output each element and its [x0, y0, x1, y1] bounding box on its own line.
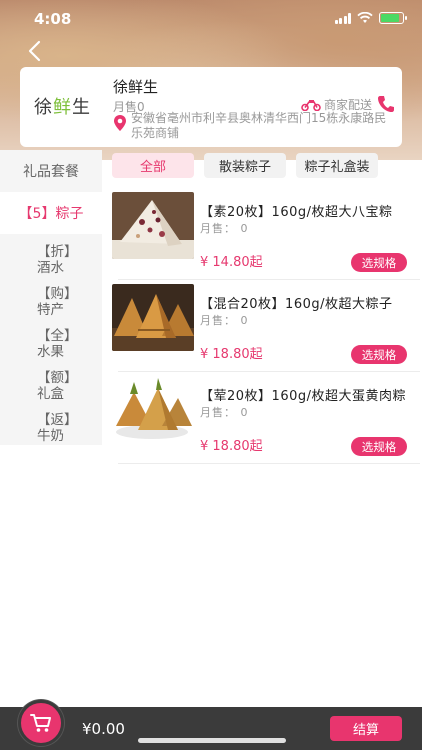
shop-logo: 徐鲜生	[34, 97, 91, 118]
sidebar-item-specialty[interactable]: 【购】 特产	[0, 282, 102, 322]
select-spec-button[interactable]: 选规格	[351, 437, 407, 456]
chevron-left-icon	[28, 40, 41, 62]
product-image	[112, 192, 194, 259]
wifi-icon	[357, 12, 373, 23]
product-title: 【荤20枚】160g/枚超大蛋黄肉粽	[200, 389, 406, 404]
product-title: 【混合20枚】160g/枚超大粽子	[200, 297, 393, 312]
select-spec-button[interactable]: 选规格	[351, 345, 407, 364]
sidebar-item-label: 礼品套餐	[23, 164, 79, 180]
shop-address: 安徽省亳州市利辛县奥林清华西门15栋永康路民乐苑商铺	[131, 111, 387, 140]
select-spec-button[interactable]: 选规格	[351, 253, 407, 272]
product-price: ¥ 18.80起	[200, 439, 263, 454]
shop-info-card: 徐鲜生 徐鲜生 月售0 商家配送 安徽省亳州市利辛县奥林清华西门15栋永康路民乐…	[20, 67, 402, 147]
divider	[118, 371, 420, 372]
shopping-cart-icon	[30, 714, 51, 732]
filter-tab-zongzi-gift-box[interactable]: 粽子礼盒装	[296, 153, 378, 178]
location-pin-icon	[114, 115, 126, 131]
product-image	[112, 284, 194, 351]
divider	[118, 279, 420, 280]
status-icons	[334, 12, 407, 24]
product-monthly-sales: 月售： 0	[200, 406, 249, 419]
sidebar-item-gift-box[interactable]: 【额】 礼盒	[0, 366, 102, 406]
sidebar-item-zongzi[interactable]: 【5】粽子	[0, 192, 102, 234]
sidebar-item-gift-set[interactable]: 礼品套餐	[0, 150, 102, 192]
cart-total: ¥0.00	[82, 720, 125, 738]
product-image	[112, 376, 194, 443]
status-bar: 4:08	[0, 0, 422, 40]
shop-name: 徐鲜生	[113, 78, 159, 96]
checkout-button[interactable]: 结算	[330, 716, 402, 741]
product-item[interactable]: 【混合20枚】160g/枚超大粽子 月售： 0 ¥ 18.80起 选规格	[112, 284, 420, 376]
sidebar-item-label: 【5】粽子	[18, 206, 84, 222]
cart-button[interactable]	[18, 700, 64, 746]
filter-tab-loose-zongzi[interactable]: 散装粽子	[204, 153, 286, 178]
product-price: ¥ 14.80起	[200, 255, 263, 270]
home-indicator	[138, 738, 286, 743]
sidebar-item-wine[interactable]: 【折】 酒水	[0, 240, 102, 280]
signal-icon	[334, 12, 351, 24]
filter-tab-all[interactable]: 全部	[112, 153, 194, 178]
product-item[interactable]: 【荤20枚】160g/枚超大蛋黄肉粽 月售： 0 ¥ 18.80起 选规格	[112, 376, 420, 468]
sidebar-item-milk[interactable]: 【返】 牛奶	[0, 408, 102, 448]
product-monthly-sales: 月售： 0	[200, 314, 249, 327]
category-sidebar: 礼品套餐 【5】粽子 【折】 酒水 【购】 特产 【全】 水果 【额】 礼盒 【…	[0, 150, 102, 445]
battery-icon	[379, 12, 407, 24]
product-title: 【素20枚】160g/枚超大八宝粽	[200, 205, 393, 220]
product-monthly-sales: 月售： 0	[200, 222, 249, 235]
motorbike-icon	[301, 99, 321, 111]
back-button[interactable]	[22, 38, 48, 64]
divider	[118, 463, 420, 464]
product-price: ¥ 18.80起	[200, 347, 263, 362]
sidebar-item-fruit[interactable]: 【全】 水果	[0, 324, 102, 364]
product-item[interactable]: 【素20枚】160g/枚超大八宝粽 月售： 0 ¥ 14.80起 选规格	[112, 192, 420, 284]
status-time: 4:08	[34, 10, 72, 28]
